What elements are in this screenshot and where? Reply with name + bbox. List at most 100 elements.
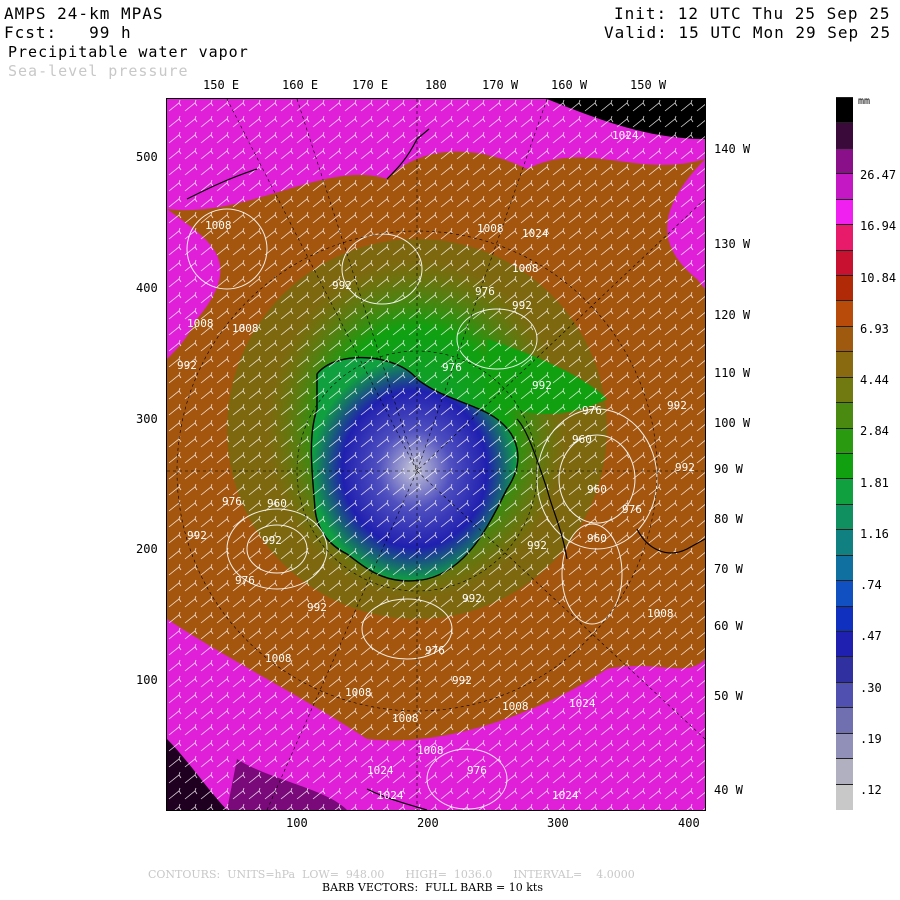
lon-label: 130 W: [714, 237, 751, 251]
isobar-label: 992: [452, 674, 472, 687]
contour-info: CONTOURS: UNITS=hPa LOW= 948.00 HIGH= 10…: [148, 868, 635, 881]
lon-label: 90 W: [714, 462, 743, 476]
lon-label: 170 E: [352, 78, 389, 92]
isobar-label: 1008: [647, 607, 674, 620]
isobar-label: 960: [587, 483, 607, 496]
isobar-label: 1008: [417, 744, 444, 757]
colorbar-tick-label: 1.81: [860, 475, 889, 490]
colorbar-segment: [836, 122, 853, 149]
lon-label: 100 W: [714, 416, 751, 430]
colorbar-tick-label: 10.84: [860, 270, 897, 285]
colorbar-segment: [836, 605, 853, 632]
colorbar-segment: [836, 656, 853, 683]
colorbar-tick-label: .74: [860, 578, 882, 592]
isobar-label: 960: [572, 433, 592, 446]
colorbar-segment: [836, 376, 853, 404]
isobar-label: 960: [267, 497, 287, 510]
isobar-label: 992: [675, 461, 695, 474]
colorbar-segment: [836, 224, 853, 251]
colorbar-segment: [836, 351, 853, 378]
colorbar-segment: [836, 147, 853, 175]
isobar-label: 992: [532, 379, 552, 392]
colorbar-segment: [836, 275, 853, 302]
lon-label: 70 W: [714, 562, 743, 576]
x-tick-label: 300: [547, 816, 569, 830]
y-tick-label: 100: [136, 673, 158, 687]
colorbar-tick-label: .47: [860, 629, 882, 644]
colorbar-tick-label: 2.84: [860, 424, 889, 439]
colorbar-tick-label: 6.93: [860, 321, 889, 336]
y-tick-label: 500: [136, 150, 158, 164]
isobar-label: 1008: [265, 652, 292, 665]
colorbar-segment: [836, 325, 853, 353]
colorbar-tick-label: .30: [860, 680, 882, 695]
isobar-label: 976: [425, 644, 445, 657]
init-time: Init: 12 UTC Thu 25 Sep 25: [614, 4, 891, 23]
lon-label: 170 W: [482, 78, 519, 92]
isobar-label: 1008: [502, 700, 529, 713]
model-title: AMPS 24-km MPAS: [4, 4, 164, 23]
isobar-label: 1008: [345, 686, 372, 699]
isobar-label: 976: [222, 495, 242, 508]
lon-label: 120 W: [714, 308, 751, 322]
isobar-label: 1024: [377, 789, 404, 802]
colorbar-segment: [836, 300, 853, 327]
y-tick-label: 300: [136, 412, 158, 426]
colorbar-segment: [836, 249, 853, 276]
colorbar: [836, 97, 853, 810]
lon-label: 150 E: [203, 78, 240, 92]
colorbar-segment: [836, 427, 853, 454]
colorbar-tick-label: 4.44: [860, 373, 889, 387]
colorbar-segment: [836, 631, 853, 658]
lon-label: 180: [425, 78, 447, 92]
colorbar-segment: [836, 402, 853, 429]
isobar-label: 1024: [552, 789, 579, 802]
isobar-label: 1008: [205, 219, 232, 232]
forecast-hour: Fcst: 99 h: [4, 23, 132, 42]
isobar-label: 976: [442, 361, 462, 374]
lon-label: 80 W: [714, 512, 743, 526]
colorbar-segment: [836, 529, 853, 556]
isobar-label: 976: [467, 764, 487, 777]
isobar-label: 1008: [512, 262, 539, 275]
isobar-label: 976: [622, 503, 642, 516]
isobar-label: 1008: [392, 712, 419, 725]
isobar-label: 992: [307, 601, 327, 614]
lon-label: 110 W: [714, 366, 751, 380]
colorbar-tick-label: 1.16: [860, 526, 889, 541]
isobar-label: 1024: [569, 697, 596, 710]
valid-time: Valid: 15 UTC Mon 29 Sep 25: [604, 23, 892, 42]
lon-label: 60 W: [714, 619, 743, 633]
colorbar-segment: [836, 453, 853, 480]
colorbar-segment: [836, 173, 853, 200]
field-primary: Precipitable water vapor: [8, 43, 249, 61]
lon-label: 40 W: [714, 783, 743, 797]
colorbar-segment: [836, 707, 853, 734]
isobar-label: 992: [462, 592, 482, 605]
lon-label: 140 W: [714, 142, 751, 156]
x-tick-label: 200: [417, 816, 439, 830]
x-tick-label: 400: [678, 816, 700, 830]
isobar-label: 960: [587, 532, 607, 545]
colorbar-segment: [836, 478, 853, 505]
isobar-label: 976: [475, 285, 495, 298]
isobar-label: 1008: [232, 322, 259, 335]
colorbar-segment: [836, 732, 853, 760]
colorbar-segment: [836, 681, 853, 709]
colorbar-segment: [836, 783, 853, 810]
isobar-label: 1008: [477, 222, 504, 235]
lon-label: 160 E: [282, 78, 319, 92]
map-panel: 1024 1008 1008 1024 1008 992 976 992 100…: [166, 98, 706, 811]
colorbar-segment: [836, 758, 853, 785]
precipitable-water-map: 1024 1008 1008 1024 1008 992 976 992 100…: [167, 99, 705, 810]
isobar-label: 976: [582, 404, 602, 417]
lon-label: 160 W: [551, 78, 588, 92]
isobar-label: 1024: [612, 129, 639, 142]
isobar-label: 992: [187, 529, 207, 542]
y-tick-label: 400: [136, 281, 158, 295]
colorbar-segment: [836, 198, 853, 226]
colorbar-tick-label: 16.94: [860, 219, 897, 234]
isobar-label: 1008: [187, 317, 214, 330]
isobar-label: 992: [262, 534, 282, 547]
isobar-label: 992: [512, 299, 532, 312]
